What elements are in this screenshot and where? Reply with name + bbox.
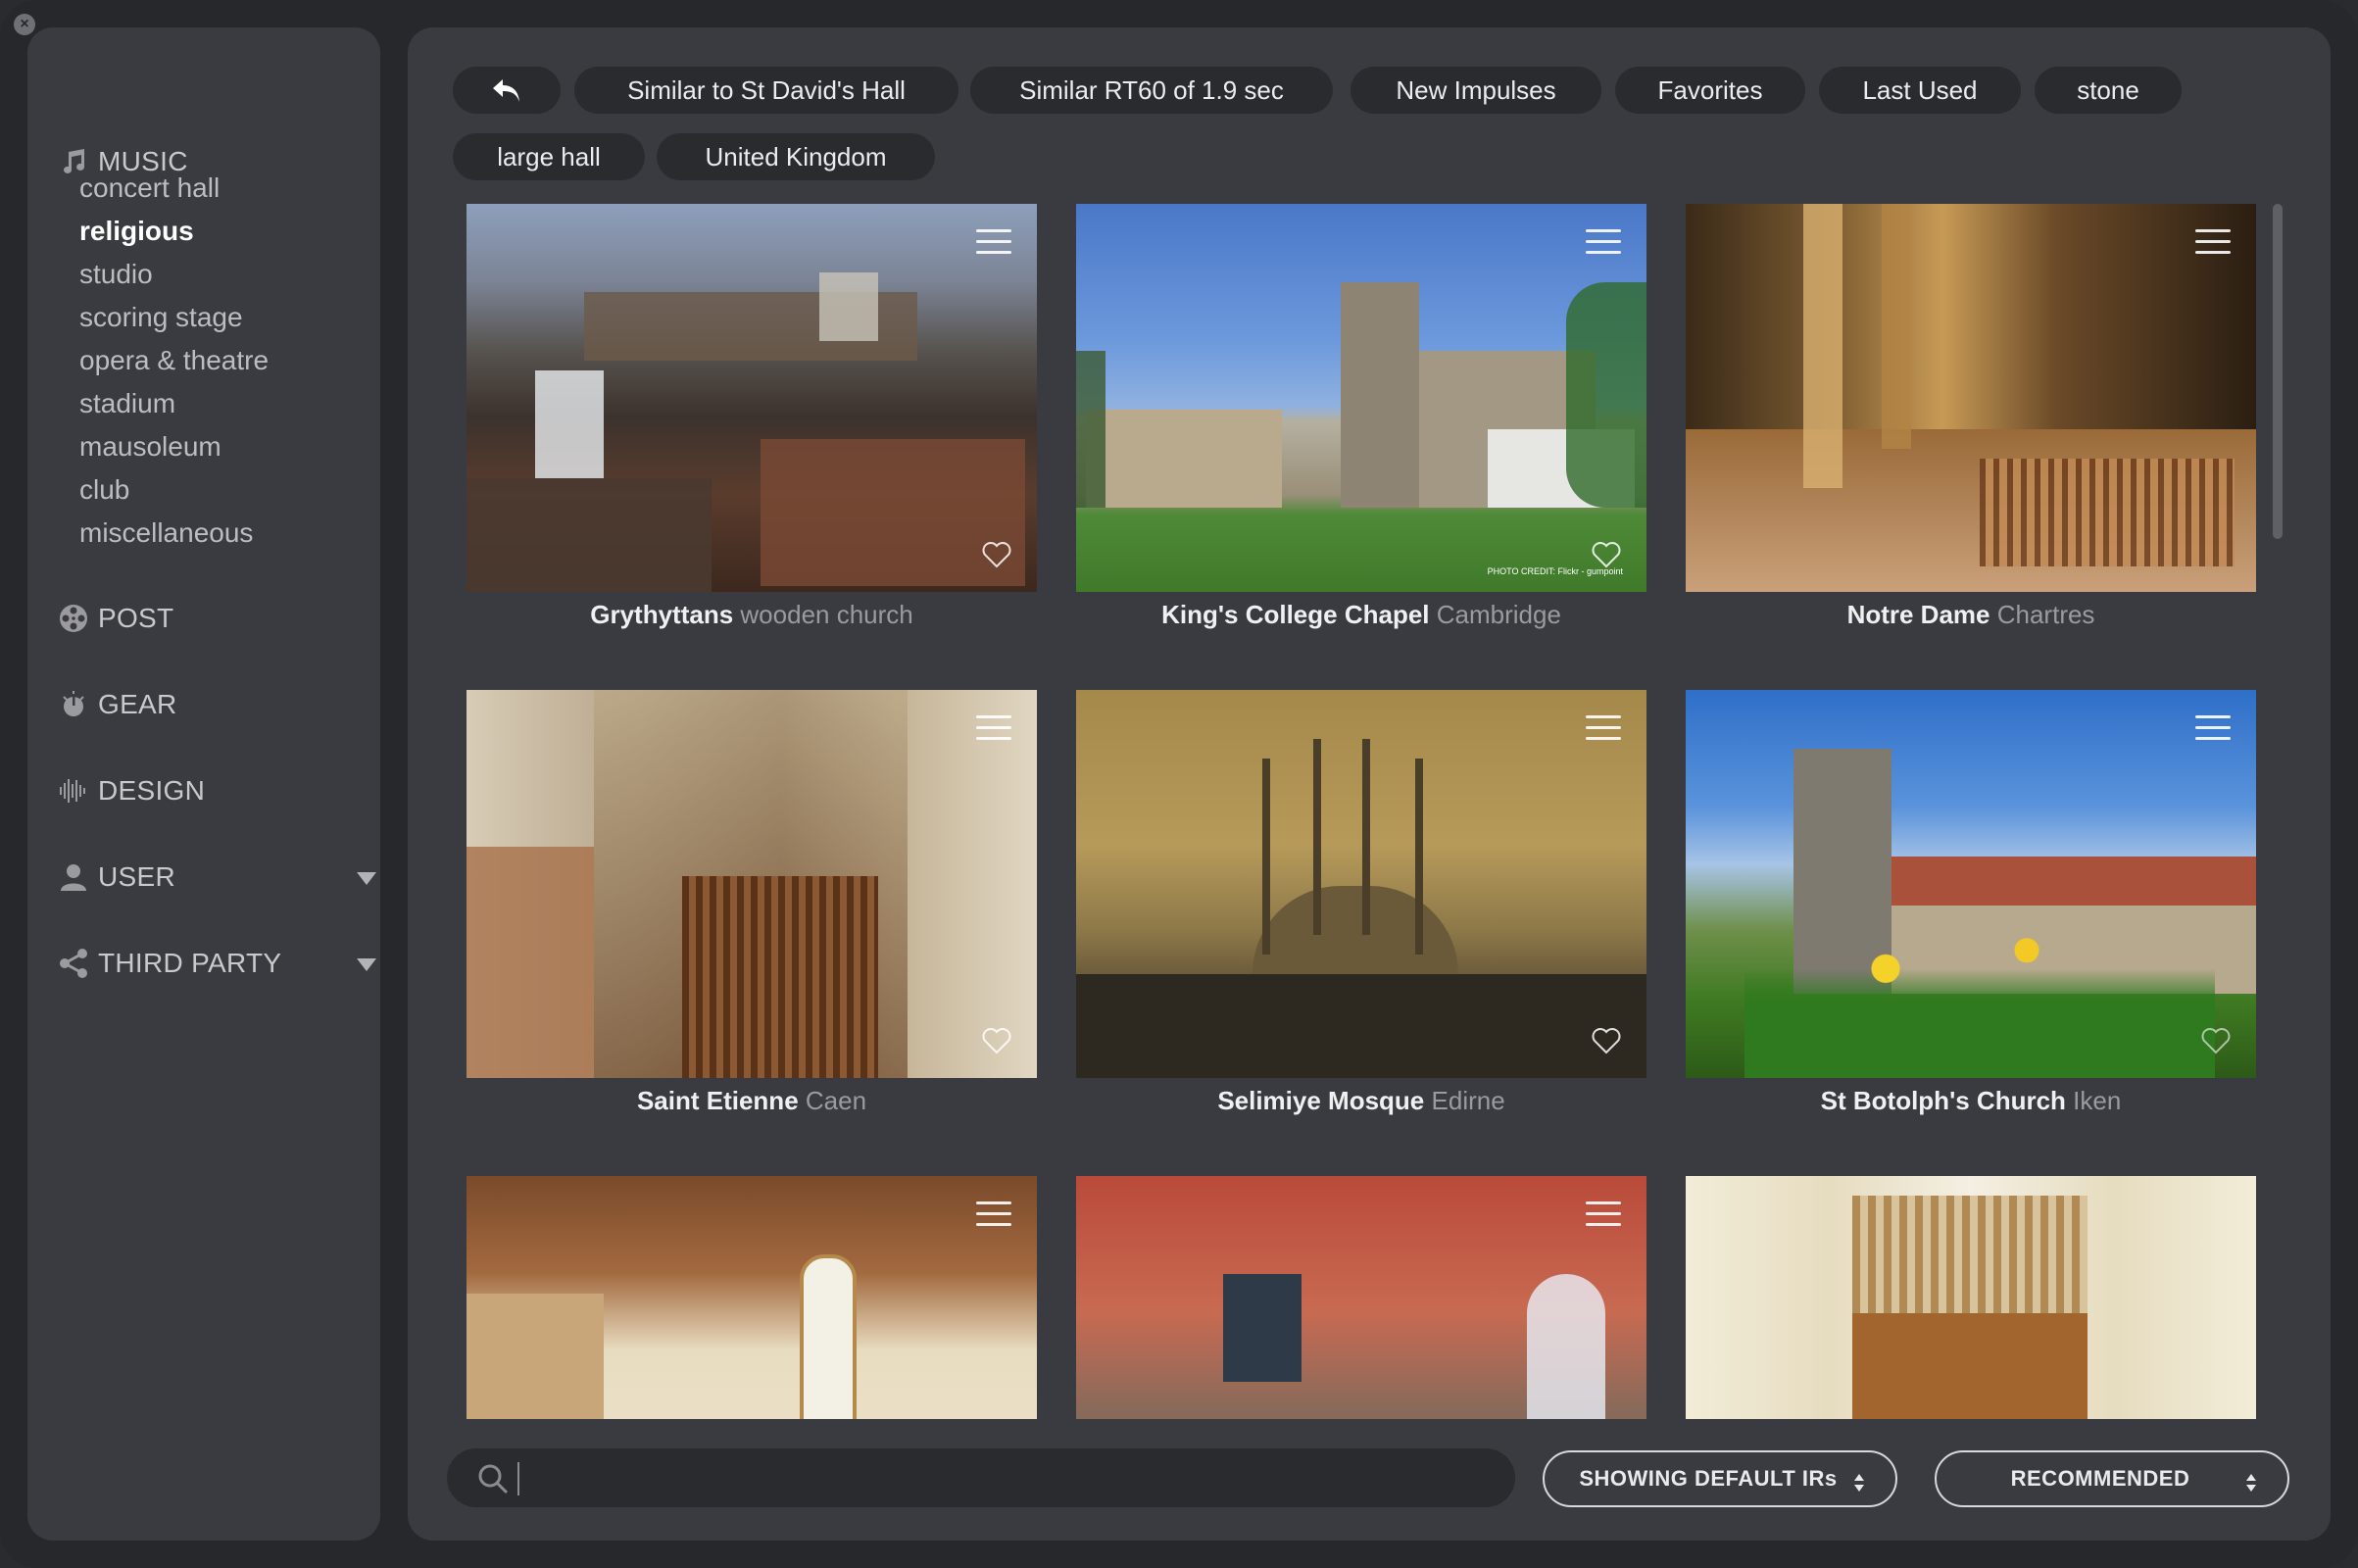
heart-icon[interactable] — [1592, 1027, 1621, 1054]
venue-name: Selimiye Mosque — [1217, 1086, 1425, 1115]
menu-icon[interactable] — [1586, 1201, 1621, 1227]
sidebar-item-studio[interactable]: studio — [79, 259, 153, 290]
venue-name: St Botolph's Church — [1820, 1086, 2066, 1115]
knob-icon — [57, 688, 90, 721]
chevron-down-icon[interactable] — [357, 872, 376, 885]
filter-chip[interactable]: United Kingdom — [657, 133, 935, 180]
sidebar-item-miscellaneous[interactable]: miscellaneous — [79, 517, 253, 549]
venue-name: Saint Etienne — [636, 1086, 799, 1115]
main-panel: Similar to St David's Hall Similar RT60 … — [408, 27, 2331, 1541]
venue-caption: Selimiye Mosque Edirne — [1076, 1086, 1646, 1116]
menu-icon[interactable] — [2195, 715, 2231, 741]
back-button[interactable] — [453, 67, 561, 114]
sidebar-item-stadium[interactable]: stadium — [79, 388, 175, 419]
venue-name: King's College Chapel — [1161, 600, 1430, 629]
filter-chip[interactable]: Similar RT60 of 1.9 sec — [970, 67, 1333, 114]
venue-location: Chartres — [1996, 600, 2095, 629]
menu-icon[interactable] — [976, 1201, 1011, 1227]
heart-icon[interactable] — [982, 1027, 1011, 1054]
sidebar-section-user[interactable]: USER — [57, 860, 376, 894]
sidebar-section-label: THIRD PARTY — [98, 948, 282, 978]
venue-thumbnail[interactable] — [467, 1176, 1037, 1419]
venue-name: Grythyttans — [590, 600, 734, 629]
venue-caption: St Botolph's Church Iken — [1686, 1086, 2256, 1116]
sidebar-section-gear[interactable]: GEAR — [57, 688, 177, 721]
menu-icon[interactable] — [2195, 229, 2231, 255]
sidebar-item-religious[interactable]: religious — [79, 216, 194, 247]
chevron-down-icon[interactable] — [357, 958, 376, 971]
waveform-icon — [57, 774, 90, 808]
share-icon — [57, 947, 90, 980]
venue-thumbnail[interactable] — [1076, 1176, 1646, 1419]
sidebar-section-design[interactable]: DESIGN — [57, 774, 205, 808]
back-arrow-icon — [493, 79, 519, 102]
sidebar-section-label: DESIGN — [98, 775, 206, 806]
ir-filter-label: SHOWING DEFAULT IRs — [1579, 1466, 1838, 1491]
venue-thumbnail[interactable] — [467, 690, 1037, 1078]
heart-icon[interactable] — [1592, 541, 1621, 568]
venue-caption: Notre Dame Chartres — [1686, 600, 2256, 630]
search-icon — [478, 1464, 509, 1494]
sidebar-section-post[interactable]: POST — [57, 602, 173, 635]
menu-icon[interactable] — [976, 229, 1011, 255]
user-icon — [57, 860, 90, 894]
filter-chip[interactable]: stone — [2035, 67, 2182, 114]
close-window-icon[interactable]: × — [14, 14, 35, 35]
sidebar: MUSIC concert hall religious studio scor… — [27, 27, 380, 1541]
sort-label: RECOMMENDED — [2010, 1466, 2190, 1491]
sort-select[interactable]: RECOMMENDED — [1935, 1450, 2289, 1507]
sidebar-section-label: USER — [98, 861, 175, 892]
app-window: × MUSIC concert hall religious studio sc… — [0, 0, 2358, 1568]
film-reel-icon — [57, 602, 90, 635]
sidebar-item-mausoleum[interactable]: mausoleum — [79, 431, 221, 463]
menu-icon[interactable] — [976, 715, 1011, 741]
filter-chip[interactable]: New Impulses — [1351, 67, 1601, 114]
filter-chip[interactable]: large hall — [453, 133, 645, 180]
venue-location: Cambridge — [1436, 600, 1561, 629]
venue-caption: Grythyttans wooden church — [467, 600, 1037, 630]
sidebar-item-scoring-stage[interactable]: scoring stage — [79, 302, 243, 333]
sidebar-item-concert-hall[interactable]: concert hall — [79, 172, 220, 204]
venue-thumbnail[interactable] — [1076, 690, 1646, 1078]
venue-location: wooden church — [740, 600, 913, 629]
filter-chip[interactable]: Last Used — [1819, 67, 2021, 114]
sort-arrows-icon — [1854, 1474, 1864, 1492]
menu-icon[interactable] — [1586, 229, 1621, 255]
sidebar-item-opera-theatre[interactable]: opera & theatre — [79, 345, 269, 376]
sidebar-section-label: POST — [98, 603, 174, 633]
venue-location: Caen — [805, 1086, 867, 1115]
ir-filter-select[interactable]: SHOWING DEFAULT IRs — [1543, 1450, 1897, 1507]
venue-card[interactable] — [467, 1176, 1037, 1419]
venue-location: Edirne — [1431, 1086, 1505, 1115]
menu-icon[interactable] — [1586, 715, 1621, 741]
sidebar-item-club[interactable]: club — [79, 474, 129, 506]
heart-icon[interactable] — [2201, 1027, 2231, 1054]
sidebar-section-label: GEAR — [98, 689, 177, 719]
venue-thumbnail[interactable] — [467, 204, 1037, 592]
filter-chip[interactable]: Similar to St David's Hall — [574, 67, 958, 114]
venue-location: Iken — [2073, 1086, 2122, 1115]
venue-card[interactable] — [1076, 1176, 1646, 1419]
venue-caption: King's College Chapel Cambridge — [1076, 600, 1646, 630]
venue-thumbnail[interactable] — [1686, 1176, 2256, 1419]
venue-card[interactable] — [1686, 1176, 2256, 1419]
sidebar-section-third-party[interactable]: THIRD PARTY — [57, 947, 376, 980]
text-caret — [517, 1462, 519, 1495]
search-bar[interactable] — [447, 1448, 1515, 1507]
scrollbar[interactable] — [2273, 204, 2283, 539]
venue-thumbnail[interactable] — [1686, 204, 2256, 592]
filter-chip[interactable]: Favorites — [1615, 67, 1805, 114]
venue-thumbnail[interactable] — [1686, 690, 2256, 1078]
venue-thumbnail[interactable]: PHOTO CREDIT: Flickr - gumpoint — [1076, 204, 1646, 592]
venue-caption: Saint Etienne Caen — [467, 1086, 1037, 1116]
venue-name: Notre Dame — [1846, 600, 1990, 629]
heart-icon[interactable] — [982, 541, 1011, 568]
sort-arrows-icon — [2246, 1474, 2256, 1492]
